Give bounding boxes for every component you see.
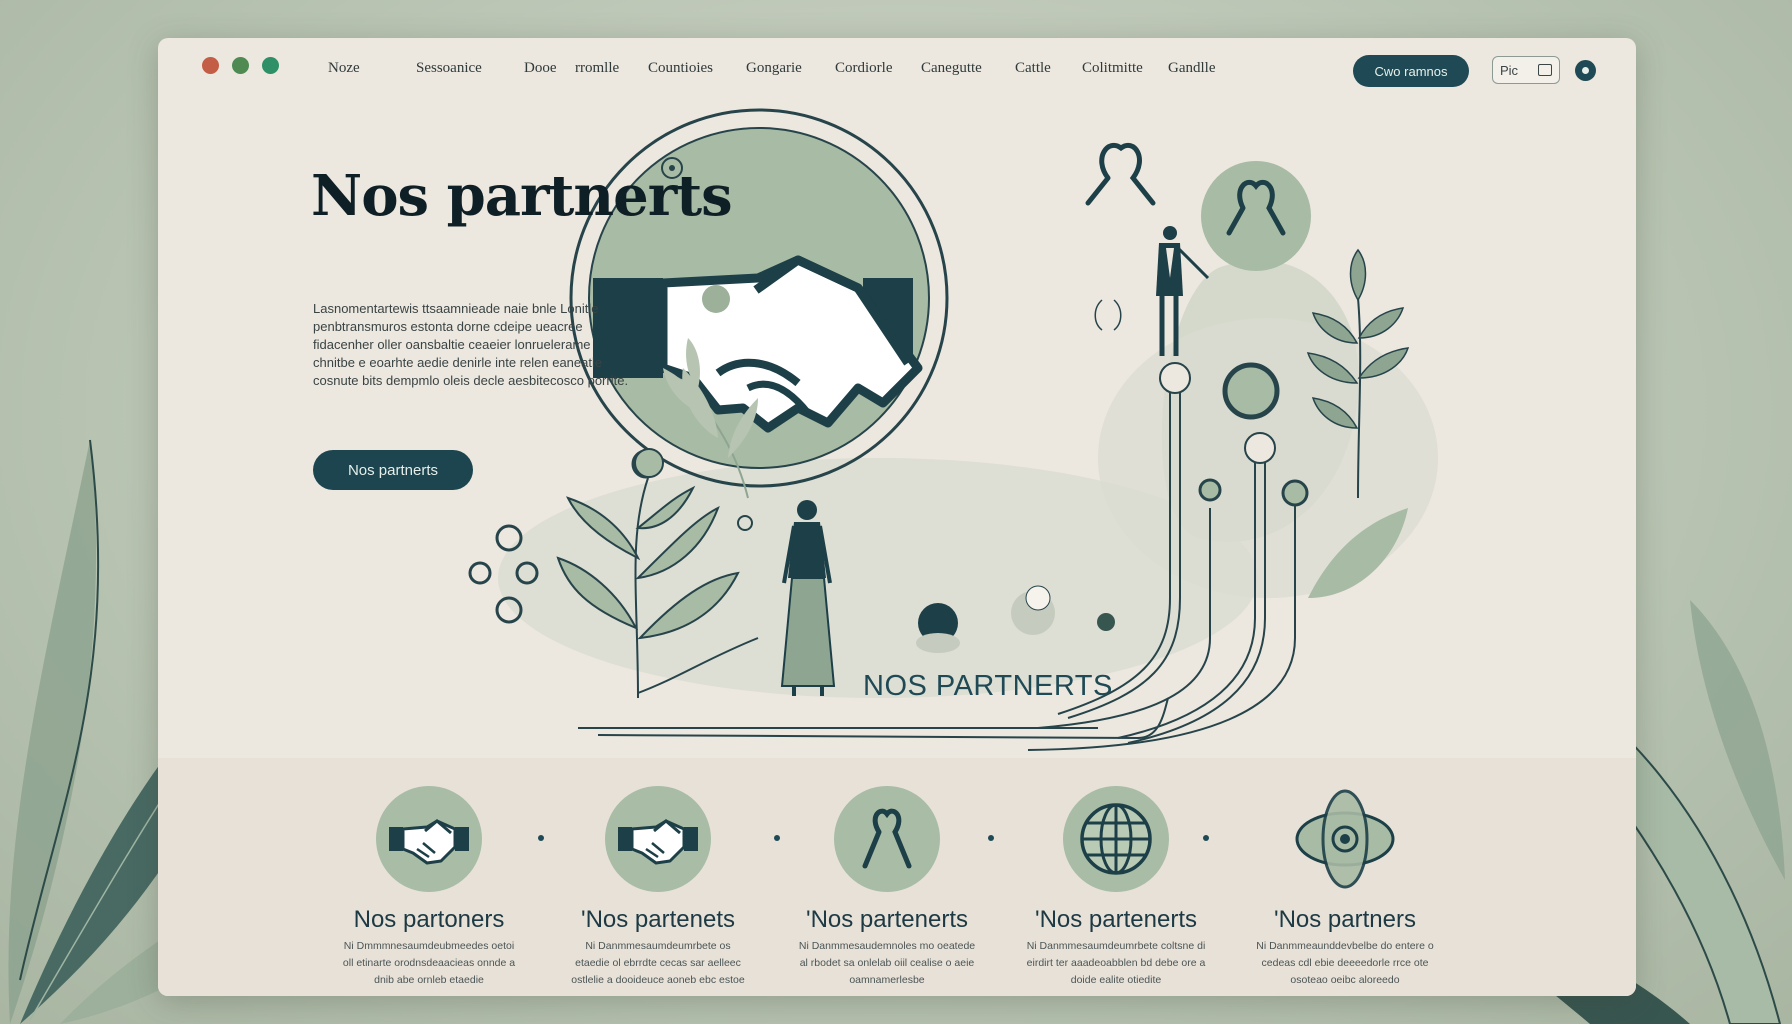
hero-illustration <box>468 108 1438 751</box>
partner-description: Ni Danmmesaudemnoles mo oeatede al rbode… <box>798 940 976 986</box>
partner-card[interactable]: 'Nos partenerts Ni Danmmesaudemnoles mo … <box>792 786 982 989</box>
partner-title: Nos partoners <box>353 906 505 933</box>
hero-paragraph: Lasnomentartewis ttsaamnieade naie bnle … <box>313 301 629 388</box>
illustration-caption: NOS PARTNERTS <box>863 670 1113 702</box>
partner-title: 'Nos partners <box>1274 906 1416 933</box>
separator-dot <box>1203 835 1209 841</box>
partner-icon-circle <box>376 786 482 892</box>
hero-title: Nos partnerts <box>311 163 733 229</box>
partner-description: Ni Danmmesaumdeumrbete os etaedie ol ebr… <box>571 940 745 986</box>
separator-dot <box>538 835 544 841</box>
partner-card[interactable]: 'Nos partners Ni Danmmeaunddevbelbe do e… <box>1250 786 1440 989</box>
partner-card[interactable]: 'Nos partenets Ni Danmmesaumdeumrbete os… <box>563 786 753 989</box>
partner-title: 'Nos partenerts <box>806 906 968 933</box>
partner-description: Ni Danmmeaunddevbelbe do entere o cedeas… <box>1256 940 1434 986</box>
partner-description: Ni Dmmmnesaumdeubmeedes oetoi oll etinar… <box>342 940 516 986</box>
partner-icon-circle <box>1063 786 1169 892</box>
handshake-icon <box>389 819 469 865</box>
partner-title: 'Nos partenerts <box>1035 906 1197 933</box>
partner-title: 'Nos partenets <box>581 906 735 933</box>
partner-icon-circle <box>834 786 940 892</box>
browser-window: Noze Sessoanice Dooe rromlle Countioies … <box>158 38 1636 996</box>
hero-partners-button[interactable]: Nos partnerts <box>313 450 473 490</box>
partner-card[interactable]: 'Nos partenerts Ni Danmmesaumdeumrbete c… <box>1021 786 1211 989</box>
partner-icon-circle <box>1292 786 1398 892</box>
separator-dot <box>988 835 994 841</box>
ribbon-icon <box>862 808 912 869</box>
partner-card[interactable]: Nos partoners Ni Dmmmnesaumdeubmeedes oe… <box>334 786 524 989</box>
atom-icon <box>1295 789 1395 889</box>
globe-icon <box>1080 803 1152 875</box>
separator-dot <box>774 835 780 841</box>
partner-description: Ni Danmmesaumdeumrbete coltsne di eirdir… <box>1026 940 1206 986</box>
handshake-icon <box>618 819 698 865</box>
partner-icon-circle <box>605 786 711 892</box>
